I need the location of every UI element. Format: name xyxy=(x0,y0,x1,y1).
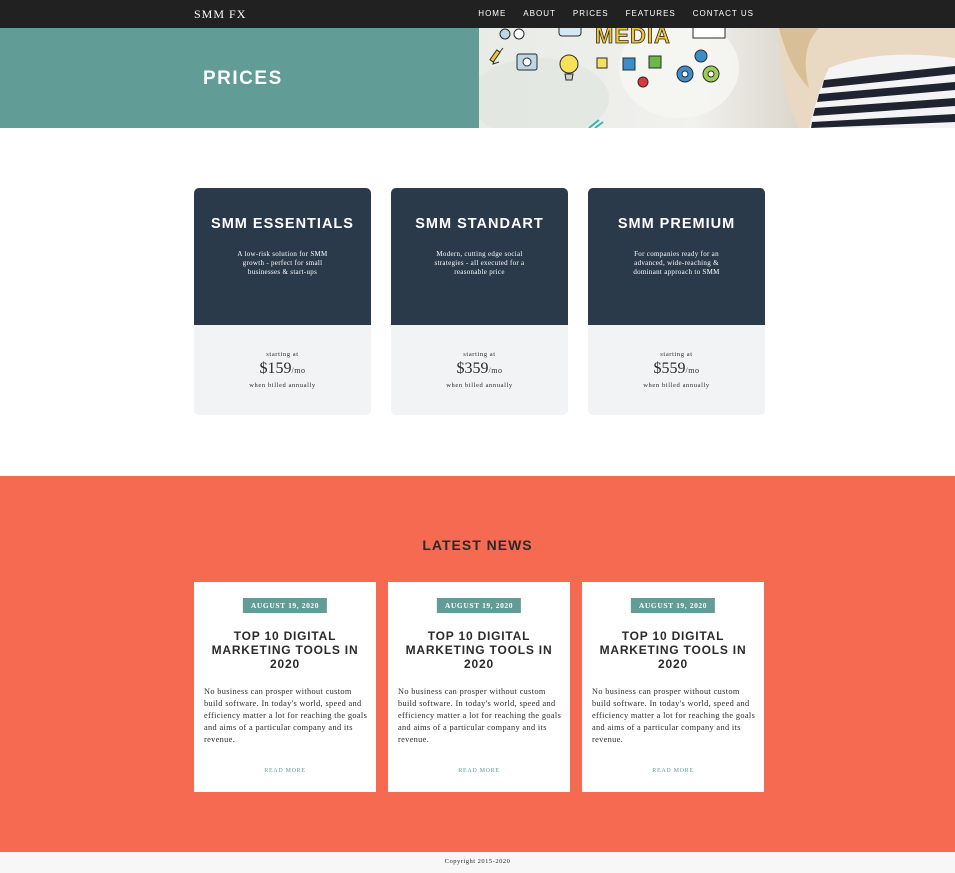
nav-link-features[interactable]: FEATURES xyxy=(626,9,676,18)
pricing-card-header: SMM PREMIUM For companies ready for an a… xyxy=(588,188,765,325)
price-amount: $559 xyxy=(653,360,686,377)
pricing-card-header: SMM ESSENTIALS A low-risk solution for S… xyxy=(194,188,371,325)
site-logo[interactable]: SMM FX xyxy=(194,7,246,22)
hero-image: MEDIA xyxy=(479,28,955,128)
price-period: /mo xyxy=(488,366,503,375)
social-media-illustration: MEDIA xyxy=(479,28,955,128)
billing-note: when billed annually xyxy=(249,382,316,389)
pricing-card-footer: starting at $359/mo when billed annually xyxy=(391,325,568,415)
read-more-link[interactable]: READ MORE xyxy=(388,768,570,774)
nav-menu: HOME ABOUT PRICES FEATURES CONTACT US xyxy=(478,9,754,18)
date-badge: AUGUST 19, 2020 xyxy=(242,598,328,613)
plan-title: SMM STANDART xyxy=(415,216,544,232)
starting-at-label: starting at xyxy=(660,351,693,358)
price-period: /mo xyxy=(685,366,700,375)
nav-link-home[interactable]: HOME xyxy=(478,9,506,18)
top-navigation-bar: SMM FX HOME ABOUT PRICES FEATURES CONTAC… xyxy=(0,0,955,28)
plan-description: For companies ready for an advanced, wid… xyxy=(633,250,720,276)
starting-at-label: starting at xyxy=(463,351,496,358)
news-title[interactable]: TOP 10 DIGITAL MARKETING TOOLS IN 2020 xyxy=(592,629,754,671)
news-excerpt: No business can prosper without custom b… xyxy=(204,687,368,744)
billing-note: when billed annually xyxy=(643,382,710,389)
hero-title-panel: PRICES xyxy=(0,28,479,128)
pricing-card-footer: starting at $559/mo when billed annually xyxy=(588,325,765,415)
nav-link-about[interactable]: ABOUT xyxy=(523,9,556,18)
plan-description: Modern, cutting edge social strategies -… xyxy=(434,250,525,276)
news-excerpt: No business can prosper without custom b… xyxy=(592,687,756,744)
nav-link-contact-us[interactable]: CONTACT US xyxy=(693,9,754,18)
price-amount: $159 xyxy=(259,360,292,377)
news-title[interactable]: TOP 10 DIGITAL MARKETING TOOLS IN 2020 xyxy=(398,629,560,671)
plan-title: SMM ESSENTIALS xyxy=(211,216,354,232)
media-lettering: MEDIA xyxy=(595,28,671,48)
news-card: AUGUST 19, 2020 TOP 10 DIGITAL MARKETING… xyxy=(194,582,376,792)
nav-link-prices[interactable]: PRICES xyxy=(573,9,609,18)
starting-at-label: starting at xyxy=(266,351,299,358)
news-title[interactable]: TOP 10 DIGITAL MARKETING TOOLS IN 2020 xyxy=(204,629,366,671)
plan-price: $159/mo xyxy=(194,360,371,378)
price-amount: $359 xyxy=(456,360,489,377)
latest-news-section: LATEST NEWS AUGUST 19, 2020 TOP 10 DIGIT… xyxy=(0,476,955,852)
pricing-card-standart[interactable]: SMM STANDART Modern, cutting edge social… xyxy=(391,188,568,415)
pricing-card-essentials[interactable]: SMM ESSENTIALS A low-risk solution for S… xyxy=(194,188,371,415)
news-card: AUGUST 19, 2020 TOP 10 DIGITAL MARKETING… xyxy=(582,582,764,792)
date-badge: AUGUST 19, 2020 xyxy=(436,598,522,613)
pricing-card-premium[interactable]: SMM PREMIUM For companies ready for an a… xyxy=(588,188,765,415)
plan-description: A low-risk solution for SMM growth - per… xyxy=(237,250,328,276)
read-more-link[interactable]: READ MORE xyxy=(194,768,376,774)
hero-banner: PRICES MEDIA xyxy=(0,28,955,128)
plan-price: $559/mo xyxy=(588,360,765,378)
plan-title: SMM PREMIUM xyxy=(617,216,736,232)
pricing-card-footer: starting at $159/mo when billed annually xyxy=(194,325,371,415)
page-footer: Copyright 2015-2020 xyxy=(0,852,955,873)
news-card: AUGUST 19, 2020 TOP 10 DIGITAL MARKETING… xyxy=(388,582,570,792)
page-title: PRICES xyxy=(203,68,283,89)
price-period: /mo xyxy=(291,366,306,375)
news-heading: LATEST NEWS xyxy=(422,537,533,553)
pricing-card-header: SMM STANDART Modern, cutting edge social… xyxy=(391,188,568,325)
plan-price: $359/mo xyxy=(391,360,568,378)
date-badge: AUGUST 19, 2020 xyxy=(630,598,716,613)
billing-note: when billed annually xyxy=(446,382,513,389)
read-more-link[interactable]: READ MORE xyxy=(582,768,764,774)
copyright-text: Copyright 2015-2020 xyxy=(444,858,511,865)
news-excerpt: No business can prosper without custom b… xyxy=(398,687,562,744)
